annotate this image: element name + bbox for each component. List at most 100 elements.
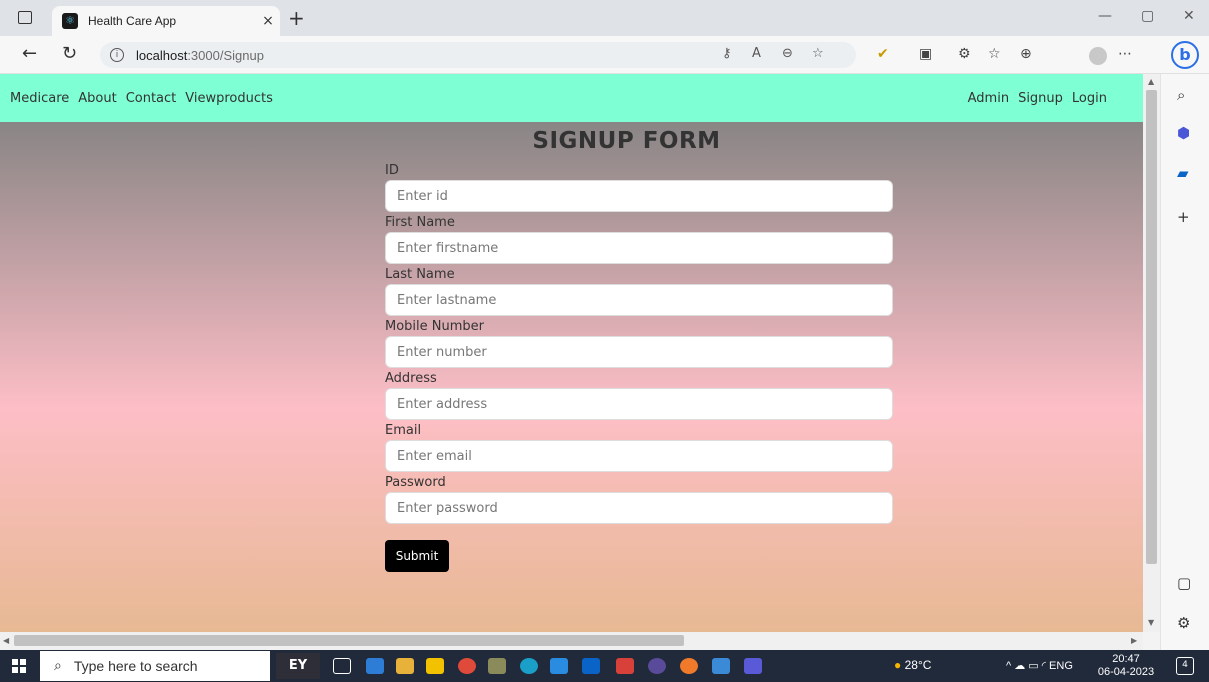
horizontal-scroll-thumb[interactable]: [14, 635, 684, 646]
maximize-button[interactable]: ▢: [1141, 8, 1154, 24]
system-tray[interactable]: ^ ☁ ▭ ◜ ENG: [1006, 659, 1073, 672]
bing-chat-icon[interactable]: b: [1171, 41, 1199, 69]
email-input[interactable]: [385, 440, 893, 472]
scroll-left-arrow-icon[interactable]: ◀: [3, 636, 9, 645]
field-email: Email: [385, 422, 893, 472]
browser-tab[interactable]: ⚛ Health Care App ×: [52, 6, 280, 36]
close-window-button[interactable]: ✕: [1183, 8, 1195, 24]
field-label-first-name: First Name: [385, 215, 455, 230]
field-label-email: Email: [385, 423, 422, 438]
collections-icon[interactable]: ⊕: [1020, 46, 1032, 62]
help-icon[interactable]: [426, 658, 444, 674]
file-explorer-icon[interactable]: [396, 658, 414, 674]
store-icon[interactable]: [366, 658, 384, 674]
browser-toolbar: ← ↻ i localhost:3000/Signup ⚷ A ⊖ ☆ ✔ ▣ …: [0, 36, 1209, 74]
windows-start-icon[interactable]: [12, 659, 26, 673]
nav-link-admin[interactable]: Admin: [968, 91, 1009, 106]
windows-taskbar: ⌕ Type here to search EY ● 28°C ^ ☁ ▭ ◜ …: [0, 650, 1209, 682]
office-icon[interactable]: ⬢: [1177, 124, 1190, 142]
search-icon[interactable]: ⌕: [1177, 86, 1185, 104]
extension-check-icon[interactable]: ✔: [877, 46, 889, 62]
field-mobile-number: Mobile Number: [385, 318, 893, 368]
site-info-icon[interactable]: i: [110, 48, 124, 62]
vertical-scrollbar[interactable]: ▲ ▼: [1143, 74, 1160, 632]
vertical-scroll-thumb[interactable]: [1146, 90, 1157, 564]
taskbar-search-box[interactable]: ⌕ Type here to search: [40, 651, 270, 681]
field-label-password: Password: [385, 475, 446, 490]
app-icon[interactable]: [488, 658, 506, 674]
outlook-icon[interactable]: ▰: [1177, 164, 1189, 182]
tab-close-icon[interactable]: ×: [256, 13, 280, 29]
last-name-input[interactable]: [385, 284, 893, 316]
app2-icon[interactable]: [712, 658, 730, 674]
react-favicon-icon: ⚛: [62, 13, 78, 29]
field-label-mobile-number: Mobile Number: [385, 319, 484, 334]
mobile-number-input[interactable]: [385, 336, 893, 368]
chrome-icon[interactable]: [458, 658, 476, 674]
extensions-icon[interactable]: ⚙: [958, 46, 971, 62]
key-icon[interactable]: ⚷: [722, 46, 732, 61]
field-last-name: Last Name: [385, 266, 893, 316]
pdf-icon[interactable]: [616, 658, 634, 674]
weather-widget[interactable]: ● 28°C: [894, 658, 931, 672]
nav-link-viewproducts[interactable]: Viewproducts: [185, 91, 273, 106]
teams-icon[interactable]: [744, 658, 762, 674]
extension-n-icon[interactable]: ▣: [919, 46, 932, 62]
eclipse-icon[interactable]: [648, 658, 666, 674]
nav-link-contact[interactable]: Contact: [126, 91, 177, 106]
taskbar-search-placeholder: Type here to search: [73, 658, 198, 674]
address-bar[interactable]: i localhost:3000/Signup ⚷ A ⊖ ☆: [100, 42, 856, 68]
edge-sidebar: ⌕ ⬢ ▰ + ▢ ⚙: [1160, 74, 1209, 650]
read-aloud-icon[interactable]: A: [752, 46, 761, 61]
task-view-icon[interactable]: [333, 658, 351, 674]
address-input[interactable]: [385, 388, 893, 420]
url-text: localhost:3000/Signup: [136, 47, 264, 63]
language-indicator: ENG: [1049, 660, 1073, 672]
sidebar-settings-icon[interactable]: ⚙: [1177, 614, 1190, 632]
tab-title: Health Care App: [88, 14, 177, 28]
field-label-last-name: Last Name: [385, 267, 455, 282]
clock-date: 06-04-2023: [1097, 666, 1155, 678]
field-password: Password: [385, 474, 893, 524]
vscode-icon[interactable]: [550, 658, 568, 674]
profile-avatar[interactable]: [1089, 47, 1107, 65]
signup-content: SIGNUP FORM ID First Name Last Name Mobi…: [0, 122, 1143, 632]
nav-right-group: Admin Signup Login: [959, 91, 1133, 106]
nav-link-login[interactable]: Login: [1072, 91, 1107, 106]
sidebar-layout-icon[interactable]: ▢: [1177, 574, 1191, 592]
add-sidebar-app-icon[interactable]: +: [1177, 208, 1190, 226]
zoom-icon[interactable]: ⊖: [782, 46, 793, 61]
scroll-down-arrow-icon[interactable]: ▼: [1148, 618, 1154, 627]
refresh-icon[interactable]: ↻: [62, 43, 77, 64]
horizontal-scrollbar[interactable]: ◀ ▶: [0, 632, 1143, 650]
back-arrow-icon[interactable]: ←: [22, 43, 37, 64]
field-first-name: First Name: [385, 214, 893, 264]
ey-app-icon[interactable]: EY: [276, 653, 320, 679]
more-menu-icon[interactable]: ⋯: [1118, 46, 1132, 62]
field-label-id: ID: [385, 163, 399, 178]
favorites-icon[interactable]: ☆: [988, 46, 1001, 62]
id-input[interactable]: [385, 180, 893, 212]
new-tab-button[interactable]: +: [288, 6, 305, 30]
minimize-button[interactable]: —: [1098, 8, 1112, 24]
outlook-taskbar-icon[interactable]: [582, 658, 600, 674]
taskbar-clock[interactable]: 20:47 06-04-2023: [1094, 653, 1158, 679]
postman-icon[interactable]: [680, 658, 698, 674]
weather-temp: 28°C: [904, 658, 932, 672]
first-name-input[interactable]: [385, 232, 893, 264]
submit-button[interactable]: Submit: [385, 540, 449, 572]
page-viewport: Medicare About Contact Viewproducts Admi…: [0, 74, 1143, 632]
form-title: SIGNUP FORM: [532, 128, 721, 154]
password-input[interactable]: [385, 492, 893, 524]
weather-sun-icon: ●: [894, 658, 902, 672]
edge-icon[interactable]: [520, 658, 538, 674]
favorite-star-icon[interactable]: ☆: [812, 46, 824, 61]
nav-link-medicare[interactable]: Medicare: [10, 91, 69, 106]
nav-link-about[interactable]: About: [78, 91, 116, 106]
tab-actions-icon[interactable]: [18, 11, 32, 24]
scroll-up-arrow-icon[interactable]: ▲: [1148, 77, 1154, 86]
notification-center-icon[interactable]: 4: [1176, 657, 1194, 675]
field-label-address: Address: [385, 371, 437, 386]
nav-link-signup[interactable]: Signup: [1018, 91, 1063, 106]
scroll-right-arrow-icon[interactable]: ▶: [1131, 636, 1137, 645]
